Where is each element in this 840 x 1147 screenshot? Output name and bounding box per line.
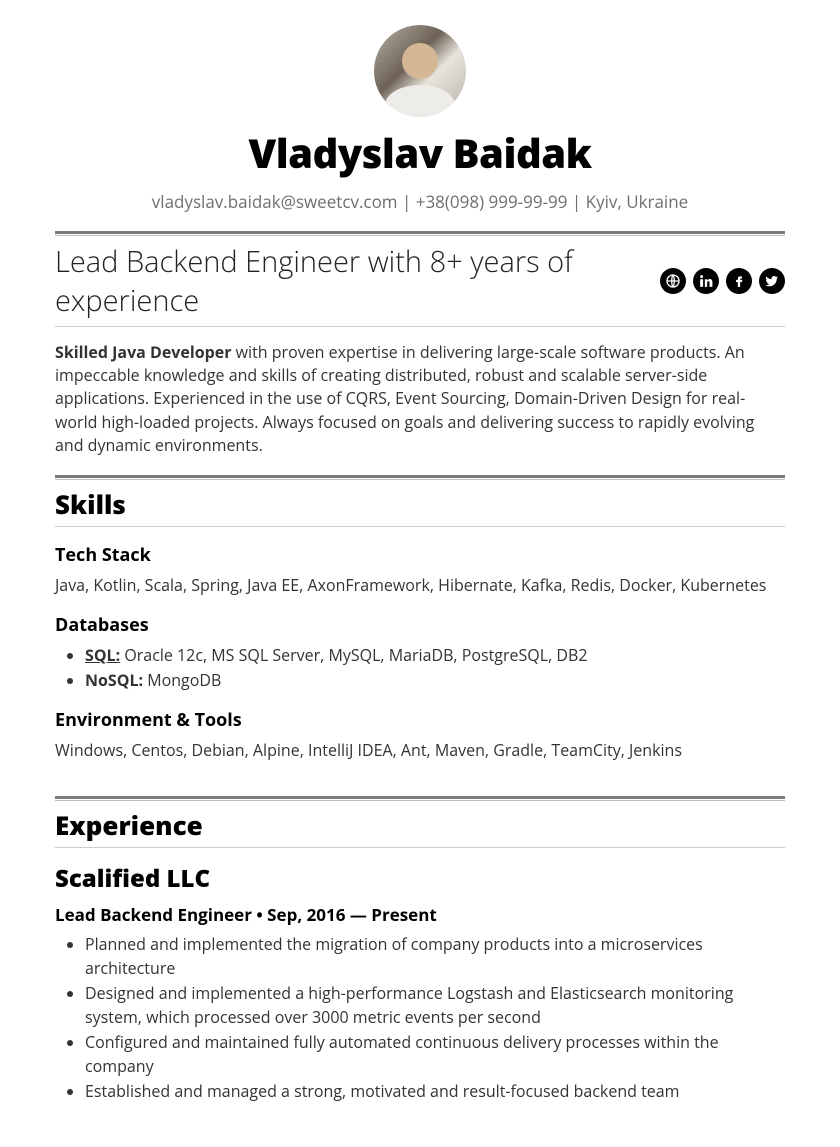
- env-tools-content: Windows, Centos, Debian, Alpine, Intelli…: [55, 738, 785, 762]
- sql-content: Oracle 12c, MS SQL Server, MySQL, MariaD…: [120, 644, 587, 666]
- divider: [55, 475, 785, 480]
- databases-list: SQL: Oracle 12c, MS SQL Server, MySQL, M…: [55, 643, 785, 692]
- summary-lead: Skilled Java Developer: [55, 341, 231, 363]
- dates: Sep, 2016 — Present: [267, 903, 437, 926]
- email[interactable]: vladyslav.baidak@sweetcv.com: [152, 190, 398, 213]
- list-item: Planned and implemented the migration of…: [85, 932, 785, 980]
- separator: •: [252, 903, 267, 926]
- list-item: NoSQL: MongoDB: [85, 668, 785, 692]
- list-item: Established and managed a strong, motiva…: [85, 1079, 785, 1103]
- name: Vladyslav Baidak: [55, 125, 785, 180]
- phone[interactable]: +38(098) 999-99-99: [416, 190, 568, 213]
- location: Kyiv, Ukraine: [586, 190, 689, 213]
- position: Lead Backend Engineer: [55, 903, 252, 926]
- company-name: Scalified LLC: [55, 862, 785, 895]
- avatar: [374, 25, 466, 117]
- thin-divider: [55, 847, 785, 848]
- linkedin-icon[interactable]: [693, 268, 719, 294]
- tech-stack-content: Java, Kotlin, Scala, Spring, Java EE, Ax…: [55, 573, 785, 597]
- env-tools-title: Environment & Tools: [55, 708, 785, 732]
- headline: Lead Backend Engineer with 8+ years of e…: [55, 242, 660, 320]
- experience-title: Experience: [55, 807, 785, 843]
- position-line: Lead Backend Engineer • Sep, 2016 — Pres…: [55, 903, 785, 926]
- skills-title: Skills: [55, 486, 785, 522]
- nosql-label: NoSQL:: [85, 669, 143, 691]
- sql-label: SQL:: [85, 644, 120, 666]
- experience-bullets: Planned and implemented the migration of…: [55, 932, 785, 1103]
- twitter-icon[interactable]: [759, 268, 785, 294]
- divider: [55, 231, 785, 236]
- list-item: Configured and maintained fully automate…: [85, 1030, 785, 1078]
- list-item: SQL: Oracle 12c, MS SQL Server, MySQL, M…: [85, 643, 785, 667]
- databases-title: Databases: [55, 613, 785, 637]
- social-links: [660, 268, 785, 294]
- header: Vladyslav Baidak vladyslav.baidak@sweetc…: [55, 25, 785, 213]
- contact-line: vladyslav.baidak@sweetcv.com | +38(098) …: [55, 190, 785, 213]
- divider: [55, 796, 785, 801]
- globe-icon[interactable]: [660, 268, 686, 294]
- list-item: Designed and implemented a high-performa…: [85, 981, 785, 1029]
- summary: Skilled Java Developer with proven exper…: [55, 341, 785, 457]
- tech-stack-title: Tech Stack: [55, 543, 785, 567]
- nosql-content: MongoDB: [143, 669, 221, 691]
- headline-row: Lead Backend Engineer with 8+ years of e…: [55, 242, 785, 320]
- thin-divider: [55, 526, 785, 527]
- facebook-icon[interactable]: [726, 268, 752, 294]
- thin-divider: [55, 326, 785, 327]
